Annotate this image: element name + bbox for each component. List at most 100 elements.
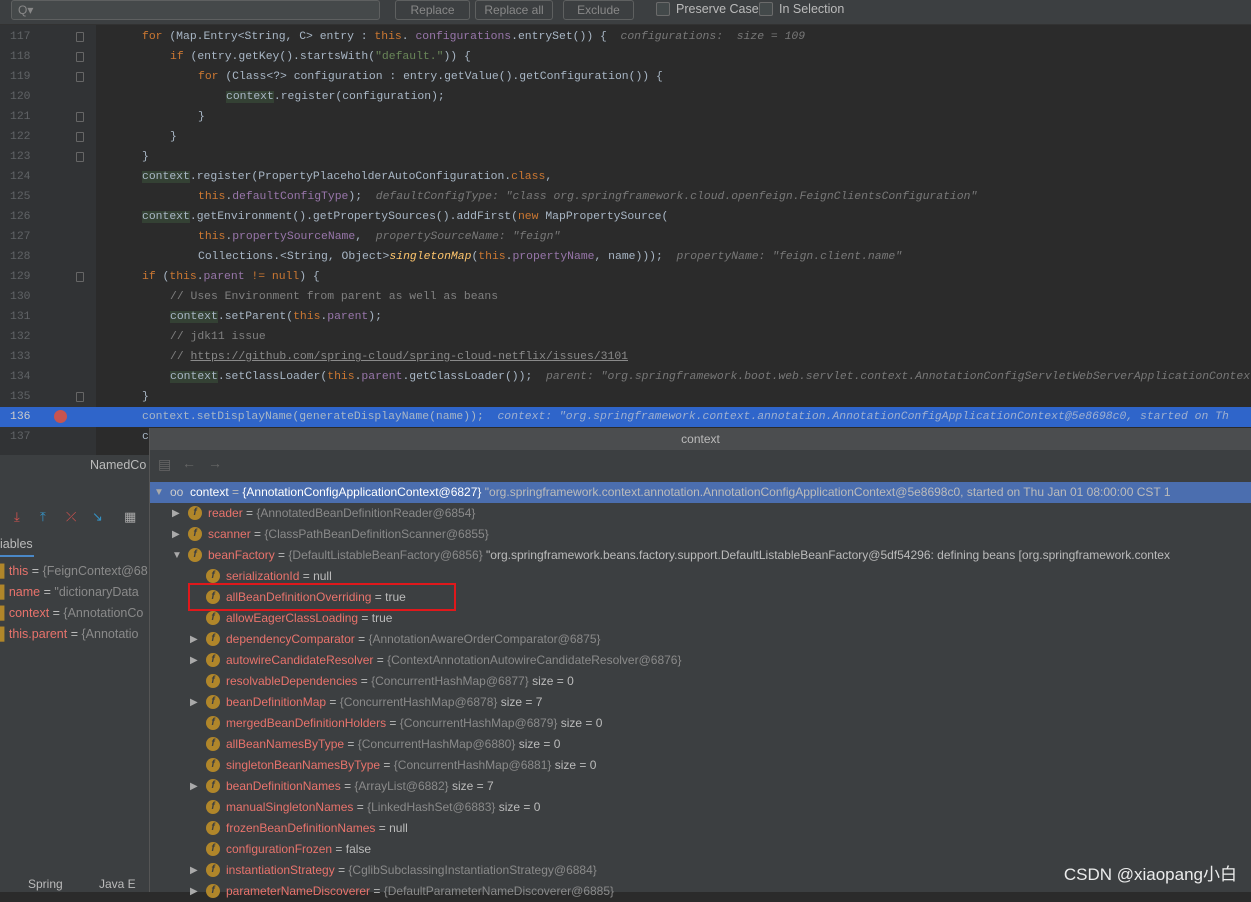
java-ee-tab[interactable]: Java E	[99, 877, 136, 891]
code-token: MapPropertySource(	[545, 211, 669, 223]
code-line[interactable]: 123}	[0, 147, 1251, 167]
code-line[interactable]: 133 // https://github.com/spring-cloud/sp…	[0, 347, 1251, 367]
evaluate-icon[interactable]: ▦	[124, 509, 136, 525]
tree-row[interactable]: ▶ f dependencyComparator = {AnnotationAwar…	[150, 629, 1251, 650]
field-name: serializationId	[226, 569, 300, 583]
code-line[interactable]: 129 if (this.parent != null) {	[0, 267, 1251, 287]
variables-tab[interactable]: iables	[0, 537, 34, 557]
code-token: c	[142, 431, 149, 443]
tree-row[interactable]: ▶ f beanDefinitionMap = {ConcurrentHashMap…	[150, 692, 1251, 713]
fold-icon[interactable]	[76, 152, 84, 162]
preserve-case-checkbox[interactable]: Preserve Case	[656, 2, 759, 16]
field-value: {DefaultListableBeanFactory@6856}	[288, 548, 483, 562]
expanded-arrow-icon[interactable]: ▼	[172, 545, 182, 566]
breakpoint-icon[interactable]	[54, 410, 67, 423]
checkbox-icon	[656, 2, 670, 16]
drop-frame-icon[interactable]: ⤫	[66, 509, 76, 525]
code-token: }	[170, 131, 177, 143]
equals: =	[40, 585, 55, 599]
field-icon: f	[188, 527, 202, 541]
code-line[interactable]: 125 this.defaultConfigType); defaultConfi…	[0, 187, 1251, 207]
field-value: {ConcurrentHashMap@6880}	[357, 737, 516, 751]
code-line[interactable]: 130 // Uses Environment from parent as we…	[0, 287, 1251, 307]
tree-icon[interactable]: ▤	[158, 456, 171, 473]
in-selection-checkbox[interactable]: In Selection	[759, 2, 844, 16]
collapsed-arrow-icon[interactable]: ▶	[190, 860, 198, 881]
code-token: class	[511, 171, 546, 183]
variable-item[interactable]: ▌context = {AnnotationCo	[0, 603, 143, 624]
tree-row[interactable]: ▶ f reader = {AnnotatedBeanDefinitionReade…	[150, 503, 1251, 524]
fold-icon[interactable]	[76, 272, 84, 282]
field-value: {ConcurrentHashMap@6879}	[399, 716, 558, 730]
code-line[interactable]: 118 if (entry.getKey().startsWith("defaul…	[0, 47, 1251, 67]
collapsed-arrow-icon[interactable]: ▶	[190, 776, 198, 797]
code-line[interactable]: 120 context.register(configuration);	[0, 87, 1251, 107]
code-line[interactable]: 124 context.register(PropertyPlaceholderA…	[0, 167, 1251, 187]
step-into-icon[interactable]: ⤓	[14, 509, 20, 525]
run-to-cursor-icon[interactable]: ↘	[92, 509, 103, 525]
watermark: CSDN @xiaopang小白	[1063, 865, 1237, 884]
fold-icon[interactable]	[76, 52, 84, 62]
code-line[interactable]: 128 Collections.<String, Object>singleton…	[0, 247, 1251, 267]
collapsed-arrow-icon[interactable]: ▶	[172, 503, 180, 524]
code-token: // jdk11 issue	[170, 331, 266, 343]
field-name: dependencyComparator	[226, 632, 355, 646]
tree-row[interactable]: ▶ f scanner = {ClassPathBeanDefinitionScan…	[150, 524, 1251, 545]
tree-row[interactable]: f singletonBeanNamesByType = {ConcurrentH…	[150, 755, 1251, 776]
collapsed-arrow-icon[interactable]: ▶	[190, 650, 198, 671]
collapsed-arrow-icon[interactable]: ▶	[172, 524, 180, 545]
collapsed-arrow-icon[interactable]: ▶	[190, 692, 198, 713]
fold-icon[interactable]	[76, 32, 84, 42]
exclude-button[interactable]: Exclude	[563, 0, 634, 20]
code-line[interactable]: 127 this.propertySourceName, propertySour…	[0, 227, 1251, 247]
fold-icon[interactable]	[76, 112, 84, 122]
tree-row[interactable]: f allowEagerClassLoading = true	[150, 608, 1251, 629]
search-input[interactable]: Q▾	[11, 0, 380, 20]
code-line[interactable]: 136 context.setDisplayName(generateDispla…	[0, 407, 1251, 427]
tree-row[interactable]: f allBeanNamesByType = {ConcurrentHashMap…	[150, 734, 1251, 755]
variable-item[interactable]: ▌this.parent = {Annotatio	[0, 624, 138, 645]
code-line[interactable]: 135}	[0, 387, 1251, 407]
step-out-icon[interactable]: ⤒	[40, 509, 46, 525]
tree-row[interactable]: ▼ f beanFactory = {DefaultListableBeanFact…	[150, 545, 1251, 566]
collapsed-arrow-icon[interactable]: ▶	[190, 629, 198, 650]
code-line[interactable]: 132 // jdk11 issue	[0, 327, 1251, 347]
forward-icon[interactable]: →	[208, 455, 222, 471]
replace-all-button[interactable]: Replace all	[475, 0, 553, 20]
code-line[interactable]: 131 context.setParent(this.parent);	[0, 307, 1251, 327]
tree-row[interactable]: ▶ f autowireCandidateResolver = {ContextAn…	[150, 650, 1251, 671]
field-value: {ConcurrentHashMap@6878}	[339, 695, 498, 709]
line-number: 124	[10, 171, 31, 183]
tree-row[interactable]: f mergedBeanDefinitionHolders = {Concurre…	[150, 713, 1251, 734]
variable-item[interactable]: ▌name = "dictionaryData	[0, 582, 139, 603]
code-editor[interactable]: 117 for (Map.Entry<String, C> entry : thi…	[0, 25, 1251, 455]
code-text: if (this.parent != null) {	[142, 267, 320, 287]
code-token: );	[368, 311, 382, 323]
code-line[interactable]: 134 context.setClassLoader(this.parent.ge…	[0, 367, 1251, 387]
code-line[interactable]: 119 for (Class<?> configuration : entry.g…	[0, 67, 1251, 87]
fold-icon[interactable]	[76, 72, 84, 82]
editor-tab[interactable]: NamedCo	[90, 458, 146, 472]
back-icon[interactable]: ←	[182, 455, 196, 471]
code-token: .register(PropertyPlaceholderAutoConfigu…	[189, 171, 512, 183]
replace-button[interactable]: Replace	[395, 0, 470, 20]
line-number: 122	[10, 131, 31, 143]
fold-icon[interactable]	[76, 132, 84, 142]
tree-row[interactable]: f resolvableDependencies = {ConcurrentHas…	[150, 671, 1251, 692]
tree-row[interactable]: f frozenBeanDefinitionNames = null	[150, 818, 1251, 839]
tree-row[interactable]: ▶ f beanDefinitionNames = {ArrayList@6882}…	[150, 776, 1251, 797]
code-line[interactable]: 121}	[0, 107, 1251, 127]
spring-tab[interactable]: Spring	[28, 877, 63, 891]
code-line[interactable]: 117 for (Map.Entry<String, C> entry : thi…	[0, 27, 1251, 47]
variable-value: {FeignContext@68	[42, 564, 148, 578]
code-line[interactable]: 126 context.getEnvironment().getPropertyS…	[0, 207, 1251, 227]
code-line[interactable]: 122}	[0, 127, 1251, 147]
tree-row[interactable]: ▼ oo context = {AnnotationConfigApplicatio…	[150, 482, 1251, 503]
variable-item[interactable]: ▌this = {FeignContext@68	[0, 561, 148, 582]
code-token: .	[196, 271, 204, 283]
expanded-arrow-icon[interactable]: ▼	[154, 482, 164, 503]
fold-icon[interactable]	[76, 392, 84, 402]
tree-row[interactable]: f manualSingletonNames = {LinkedHashSet@6…	[150, 797, 1251, 818]
equals: =	[28, 564, 43, 578]
tree-row[interactable]: f configurationFrozen = false	[150, 839, 1251, 860]
